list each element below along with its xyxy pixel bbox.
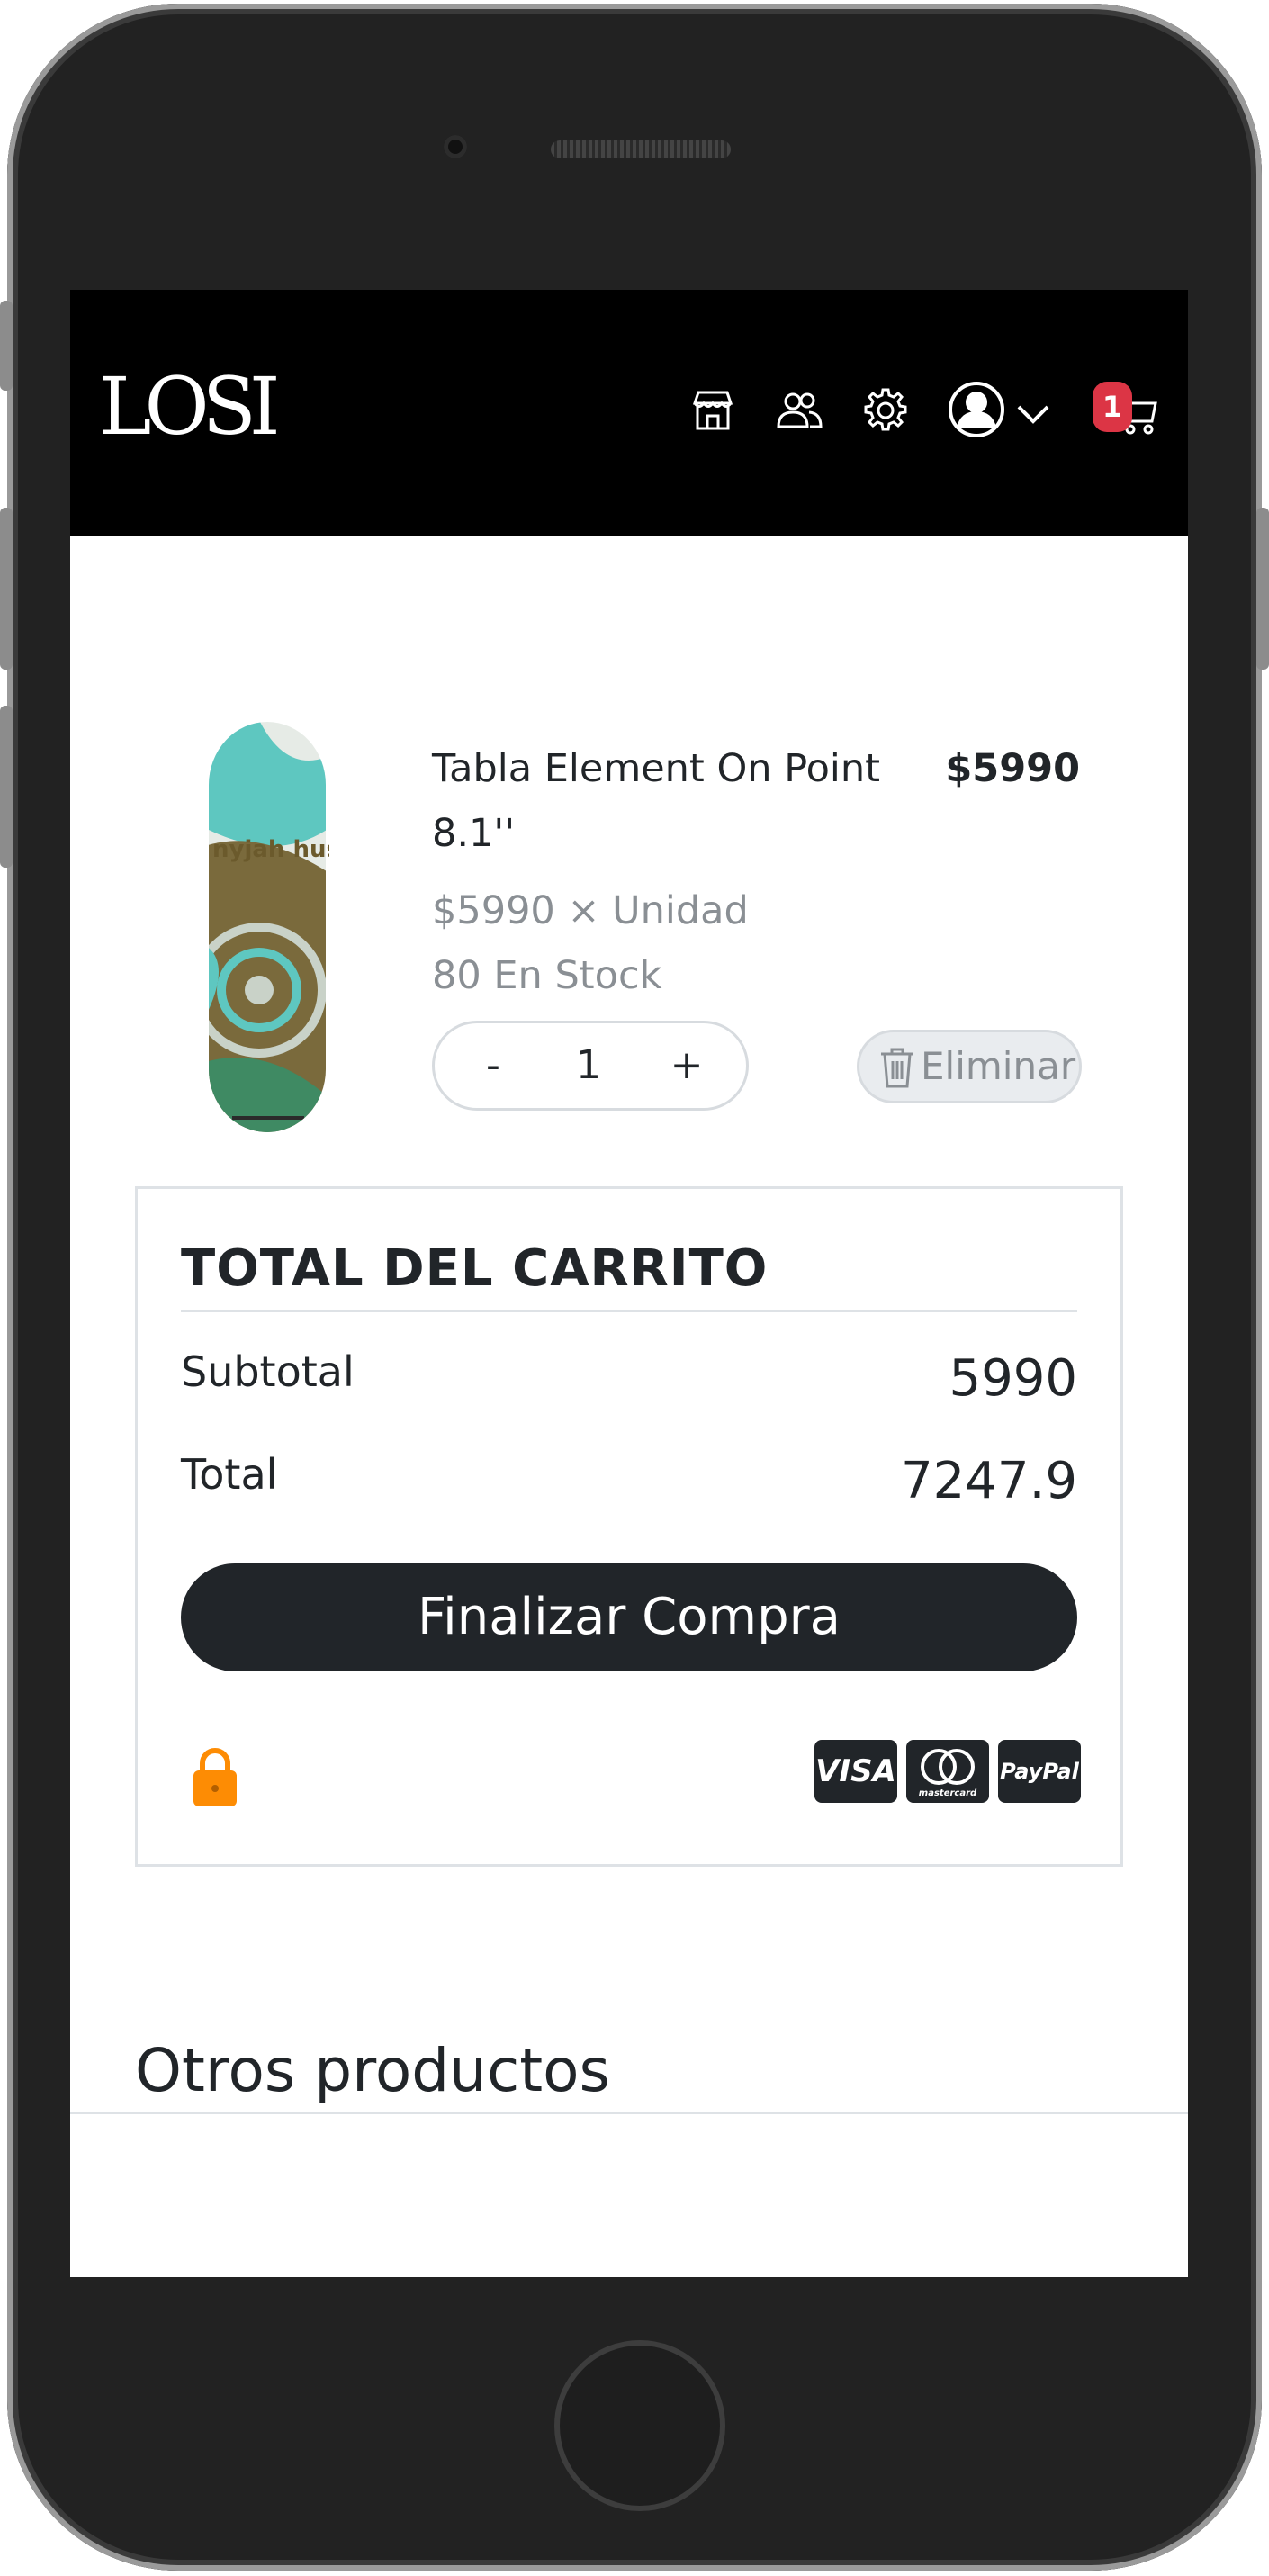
- quantity-stepper: - 1 +: [432, 1021, 749, 1111]
- screen: LOSI 1 nyjah hu Tabla Element On Point 8…: [70, 290, 1188, 2277]
- volume-up-button: [0, 508, 13, 670]
- total-value: 7247.9: [901, 1452, 1077, 1510]
- product-price: $5990: [945, 746, 1080, 791]
- subtotal-label: Subtotal: [181, 1347, 355, 1396]
- stock-count: 80 En Stock: [432, 953, 662, 998]
- user-circle-icon[interactable]: [947, 380, 1006, 439]
- mastercard-label: mastercard: [919, 1788, 977, 1798]
- product-name[interactable]: Tabla Element On Point 8.1'': [432, 736, 936, 866]
- mastercard-icon: mastercard: [906, 1740, 989, 1803]
- power-button: [1256, 508, 1269, 670]
- mute-switch: [0, 301, 13, 391]
- cart-totals-title: TOTAL DEL CARRITO: [181, 1239, 769, 1298]
- front-camera: [444, 135, 467, 158]
- product-image[interactable]: nyjah huston: [205, 720, 384, 1134]
- cart-totals-card: TOTAL DEL CARRITO Subtotal 5990 Total 72…: [135, 1186, 1123, 1867]
- paypal-icon: PayPal: [998, 1740, 1081, 1803]
- trash-icon: [881, 1048, 914, 1088]
- cart-count-badge: 1: [1093, 382, 1132, 432]
- board-print-text: nyjah huston: [212, 836, 329, 863]
- remove-item-button[interactable]: Eliminar: [857, 1030, 1082, 1103]
- divider: [70, 2112, 1188, 2114]
- lock-icon: [194, 1748, 237, 1806]
- divider: [181, 1310, 1077, 1312]
- earpiece-speaker: [551, 140, 731, 158]
- home-button[interactable]: [554, 2340, 725, 2511]
- other-products-heading: Otros productos: [135, 2036, 610, 2105]
- users-icon[interactable]: [774, 385, 824, 436]
- quantity-value[interactable]: 1: [548, 1023, 629, 1108]
- checkout-button[interactable]: Finalizar Compra: [181, 1563, 1077, 1671]
- remove-label: Eliminar: [921, 1044, 1076, 1088]
- subtotal-value: 5990: [949, 1349, 1077, 1408]
- visa-icon: VISA: [814, 1740, 897, 1803]
- volume-down-button: [0, 706, 13, 868]
- chevron-down-icon[interactable]: [1015, 396, 1051, 432]
- total-label: Total: [181, 1450, 278, 1499]
- brand-logo[interactable]: LOSI: [99, 362, 281, 452]
- store-icon[interactable]: [688, 385, 738, 436]
- gear-icon[interactable]: [860, 385, 911, 436]
- unit-price: $5990 × Unidad: [432, 888, 749, 933]
- decrease-quantity-button[interactable]: -: [471, 1023, 516, 1108]
- increase-quantity-button[interactable]: +: [660, 1023, 714, 1108]
- navbar: LOSI 1: [70, 290, 1188, 536]
